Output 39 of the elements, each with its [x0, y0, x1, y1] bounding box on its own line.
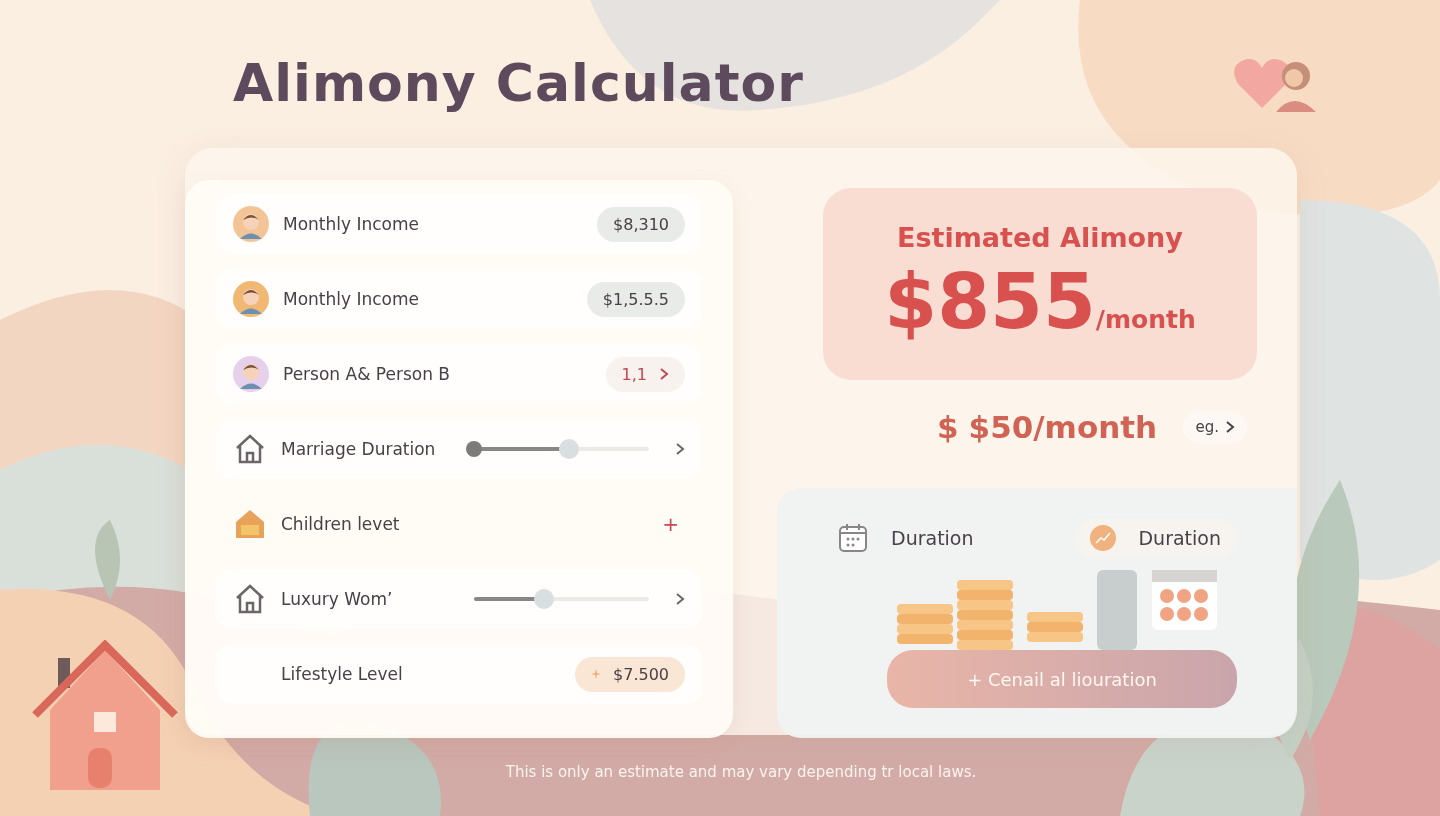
- coin-stack-drawing: [897, 604, 953, 644]
- sparkle-icon: [591, 669, 601, 679]
- chart-badge-icon: [1090, 525, 1117, 551]
- stepper-field[interactable]: 1,1: [605, 356, 685, 392]
- chevron-right-icon: [675, 442, 685, 456]
- result-amount: $855: [884, 257, 1096, 346]
- value-field[interactable]: $8,310: [597, 206, 685, 242]
- house-icon: [233, 507, 267, 541]
- field-label: Monthly Income: [283, 214, 421, 234]
- disclaimer-text: This is only an estimate and may vary depending tr local laws.: [504, 763, 978, 781]
- slider-thumb[interactable]: [558, 439, 579, 459]
- example-link[interactable]: eg.: [1183, 411, 1247, 443]
- value-field[interactable]: $1,5.5.5: [586, 281, 685, 317]
- detail-label: Duration: [1138, 527, 1221, 549]
- avatar-icon: [233, 206, 269, 242]
- field-label: Luxury Wom’: [281, 589, 394, 609]
- calendar-icon: [837, 522, 869, 554]
- field-label: Person A& Person B: [283, 364, 451, 384]
- chevron-right-icon: [1225, 420, 1235, 434]
- avatar-icon: [233, 356, 269, 392]
- coin-stack-drawing: [1027, 612, 1083, 642]
- detail-label: Duration: [891, 527, 974, 549]
- page-title: Alimony Calculator: [233, 52, 804, 115]
- currency-symbol: $: [937, 409, 959, 445]
- result-heading: Estimated Alimony: [897, 222, 1183, 253]
- alternative-amount: $50/month: [968, 409, 1158, 445]
- value-field[interactable]: $7.500: [575, 656, 685, 692]
- slider-thumb[interactable]: [534, 589, 554, 609]
- field-label: Children levet: [281, 514, 401, 534]
- add-button[interactable]: +: [662, 512, 679, 536]
- result-unit: /month: [1095, 305, 1196, 334]
- avatar-icon: [233, 281, 269, 317]
- field-label: Marriage Duration: [281, 439, 437, 459]
- chevron-right-icon: [659, 367, 669, 381]
- field-label: Lifestyle Level: [281, 664, 404, 684]
- calendar-drawing: [1152, 570, 1217, 630]
- coin-stack-drawing: [957, 580, 1013, 650]
- chevron-right-icon: [675, 592, 685, 606]
- field-label: Monthly Income: [283, 289, 421, 309]
